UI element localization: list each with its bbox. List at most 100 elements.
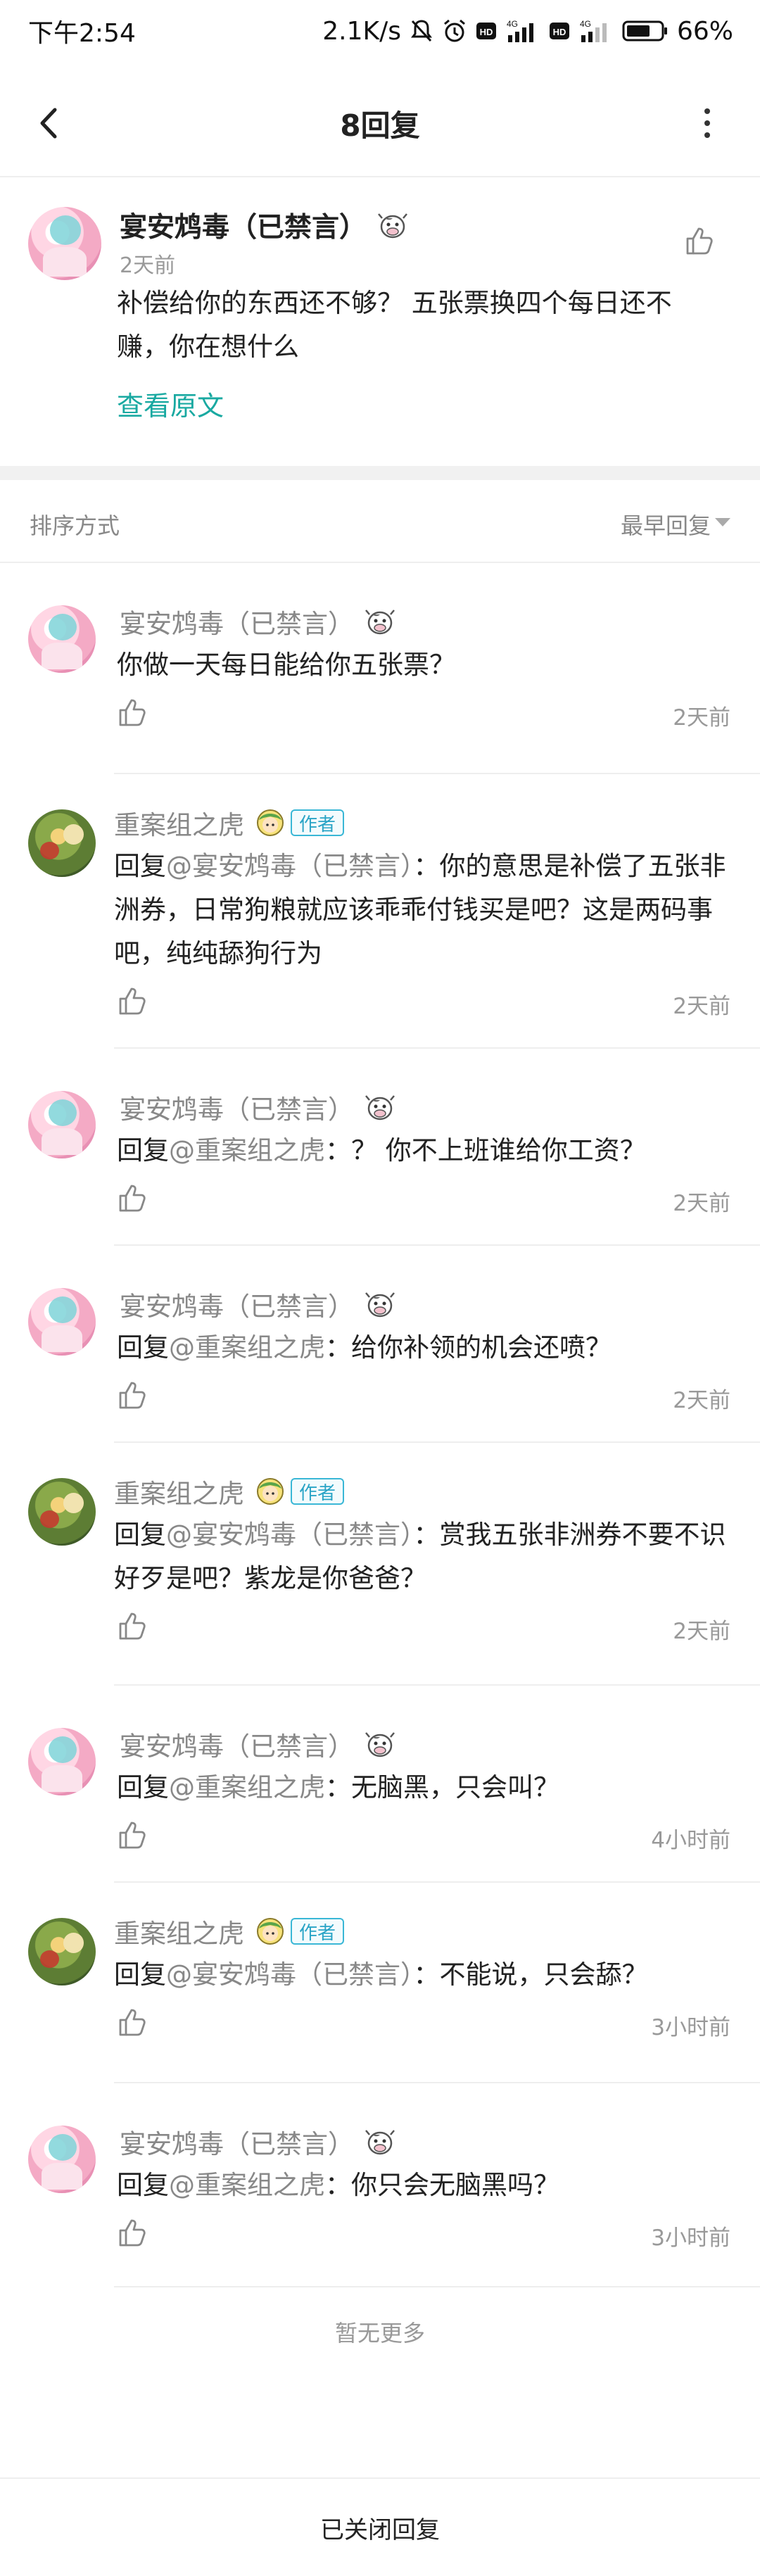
like-button[interactable] (117, 1610, 148, 1644)
reply-prefix: 回复 (117, 1772, 169, 1802)
sort-bar: 排序方式 最早回复 (0, 480, 760, 563)
like-button[interactable] (684, 225, 715, 259)
back-button[interactable] (28, 102, 70, 144)
divider (114, 2286, 760, 2287)
reply-item: 重案组之虎 作者回复@宴安鸩毒（已禁言）：不能说，只会舔？ 3小时前 (0, 1883, 760, 2083)
chevron-left-icon (40, 108, 57, 139)
author-badge: 作者 (291, 1918, 345, 1945)
avatar[interactable] (28, 1478, 96, 1546)
battery-icon (622, 20, 669, 42)
sort-dropdown[interactable]: 最早回复 (621, 508, 711, 541)
reply-author[interactable]: 宴安鸩毒（已禁言） (120, 1088, 396, 1126)
more-vertical-icon (704, 108, 710, 114)
cow-badge-icon (376, 209, 409, 241)
status-bar: 下午2:54 2.1K/s HD 4G HD 4G 66% (0, 0, 760, 62)
mention-link[interactable]: @重案组之虎 (169, 2170, 325, 2200)
like-button[interactable] (117, 2217, 148, 2251)
reply-body: 你做一天每日能给你五张票？ (117, 650, 455, 680)
thumbs-up-icon (119, 1612, 146, 1640)
like-button[interactable] (117, 1819, 148, 1853)
like-button[interactable] (117, 2007, 148, 2040)
mention-link[interactable]: @重案组之虎 (169, 1135, 325, 1166)
thumbs-up-icon (119, 2219, 146, 2247)
cow-badge-icon (364, 605, 396, 638)
hd-icon: HD (549, 21, 570, 41)
sort-label: 排序方式 (30, 512, 120, 539)
thumbs-up-icon (119, 987, 146, 1015)
like-button[interactable] (117, 697, 148, 731)
reply-item: 宴安鸩毒（已禁言） 回复@重案组之虎：给你补领的机会还喷？ 2天前 (0, 1246, 760, 1443)
reply-time: 2天前 (673, 1191, 730, 1216)
reply-prefix: 回复 (114, 851, 166, 881)
reply-prefix: 回复 (117, 2170, 169, 2200)
reply-body: ：无脑黑，只会叫？ (325, 1772, 559, 1802)
reply-prefix: 回复 (114, 1520, 166, 1550)
main-comment: 宴安鸩毒（已禁言） 2天前 补偿给你的东西还不够？ 五张票换四个每日还不赚，你在… (0, 177, 760, 473)
reply-author[interactable]: 重案组之虎 作者 (114, 1912, 345, 1950)
reply-time: 2天前 (673, 705, 730, 731)
avatar[interactable] (28, 1288, 96, 1356)
thumbs-up-icon (119, 1185, 146, 1212)
reply-time: 2天前 (673, 1619, 730, 1644)
view-original-link[interactable]: 查看原文 (117, 384, 224, 423)
mention-link[interactable]: @宴安鸩毒（已禁言） (166, 851, 414, 881)
mention-link[interactable]: @宴安鸩毒（已禁言） (166, 1959, 414, 1990)
avatar[interactable] (28, 1091, 96, 1158)
like-button[interactable] (117, 985, 148, 1019)
link-avatar-badge-icon (254, 1915, 286, 1947)
reply-text: 回复@宴安鸩毒（已禁言）：赏我五张非洲券不要不识好歹是吧？紫龙是你爸爸？ (114, 1513, 726, 1600)
like-button[interactable] (117, 1182, 148, 1216)
reply-time: 4小时前 (651, 1828, 730, 1853)
reply-author[interactable]: 重案组之虎 作者 (114, 804, 345, 842)
mention-link[interactable]: @宴安鸩毒（已禁言） (166, 1520, 414, 1550)
reply-body: ：不能说，只会舔？ (413, 1959, 648, 1990)
reply-author[interactable]: 宴安鸩毒（已禁言） (120, 1725, 396, 1763)
reply-text: 回复@重案组之虎：？ 你不上班谁给你工资？ (117, 1129, 729, 1173)
reply-item: 宴安鸩毒（已禁言） 你做一天每日能给你五张票？ 2天前 (0, 563, 760, 774)
reply-body: ：？ 你不上班谁给你工资？ (325, 1135, 646, 1166)
reply-author[interactable]: 宴安鸩毒（已禁言） (120, 602, 396, 640)
no-more-text: 暂无更多 (334, 2320, 425, 2347)
avatar[interactable] (28, 2126, 96, 2193)
avatar[interactable] (28, 809, 96, 877)
link-avatar-badge-icon (254, 1475, 286, 1508)
reply-author[interactable]: 宴安鸩毒（已禁言） (120, 1285, 396, 1323)
svg-text:4G: 4G (580, 19, 591, 29)
reply-text: 回复@宴安鸩毒（已禁言）：你的意思是补偿了五张非洲券，日常狗粮就应该乖乖付钱买是… (114, 845, 726, 976)
cow-badge-icon (364, 1288, 396, 1320)
like-button[interactable] (117, 1379, 148, 1413)
thumbs-up-icon (119, 1382, 146, 1409)
main-comment-time: 2天前 (120, 253, 176, 278)
reply-body: ：给你补领的机会还喷？ (325, 1332, 612, 1363)
avatar[interactable] (28, 1918, 96, 1985)
reply-prefix: 回复 (117, 1135, 169, 1166)
svg-text:HD: HD (553, 27, 566, 37)
reply-text: 回复@重案组之虎：你只会无脑黑吗？ (117, 2164, 729, 2207)
cow-badge-icon (364, 1728, 396, 1760)
reply-text: 回复@重案组之虎：给你补领的机会还喷？ (117, 1326, 729, 1370)
reply-prefix: 回复 (114, 1959, 166, 1990)
thumbs-up-icon (119, 2009, 146, 2036)
avatar[interactable] (28, 605, 96, 673)
avatar[interactable] (28, 207, 101, 280)
mute-icon (410, 18, 433, 44)
more-button[interactable] (697, 102, 718, 144)
reply-time: 3小时前 (651, 2015, 730, 2040)
avatar[interactable] (28, 1728, 96, 1795)
caret-down-icon[interactable] (715, 518, 730, 526)
page-title: 8回复 (340, 108, 420, 143)
reply-item: 重案组之虎 作者 回复@宴安鸩毒（已禁言）：你的意思是补偿了五张非洲券，日常狗粮就应… (0, 774, 760, 1049)
main-comment-text: 补偿给你的东西还不够？ 五张票换四个每日还不赚，你在想什么 (117, 288, 672, 362)
thumbs-up-icon (119, 1821, 146, 1849)
mention-link[interactable]: @重案组之虎 (169, 1772, 325, 1802)
mention-link[interactable]: @重案组之虎 (169, 1332, 325, 1363)
main-comment-author[interactable]: 宴安鸩毒（已禁言） (120, 206, 409, 245)
hd-icon: HD (476, 21, 497, 41)
reply-prefix: 回复 (117, 1332, 169, 1363)
status-icons: 2.1K/s HD 4G HD 4G 66% (322, 17, 733, 46)
reply-item: 宴安鸩毒（已禁言） 回复@重案组之虎：？ 你不上班谁给你工资？ 2天前 (0, 1049, 760, 1246)
reply-author[interactable]: 重案组之虎 作者 (114, 1472, 345, 1510)
reply-time: 3小时前 (651, 2225, 730, 2251)
bottom-bar: 已关闭回复 (0, 2477, 760, 2576)
reply-author[interactable]: 宴安鸩毒（已禁言） (120, 2123, 396, 2161)
